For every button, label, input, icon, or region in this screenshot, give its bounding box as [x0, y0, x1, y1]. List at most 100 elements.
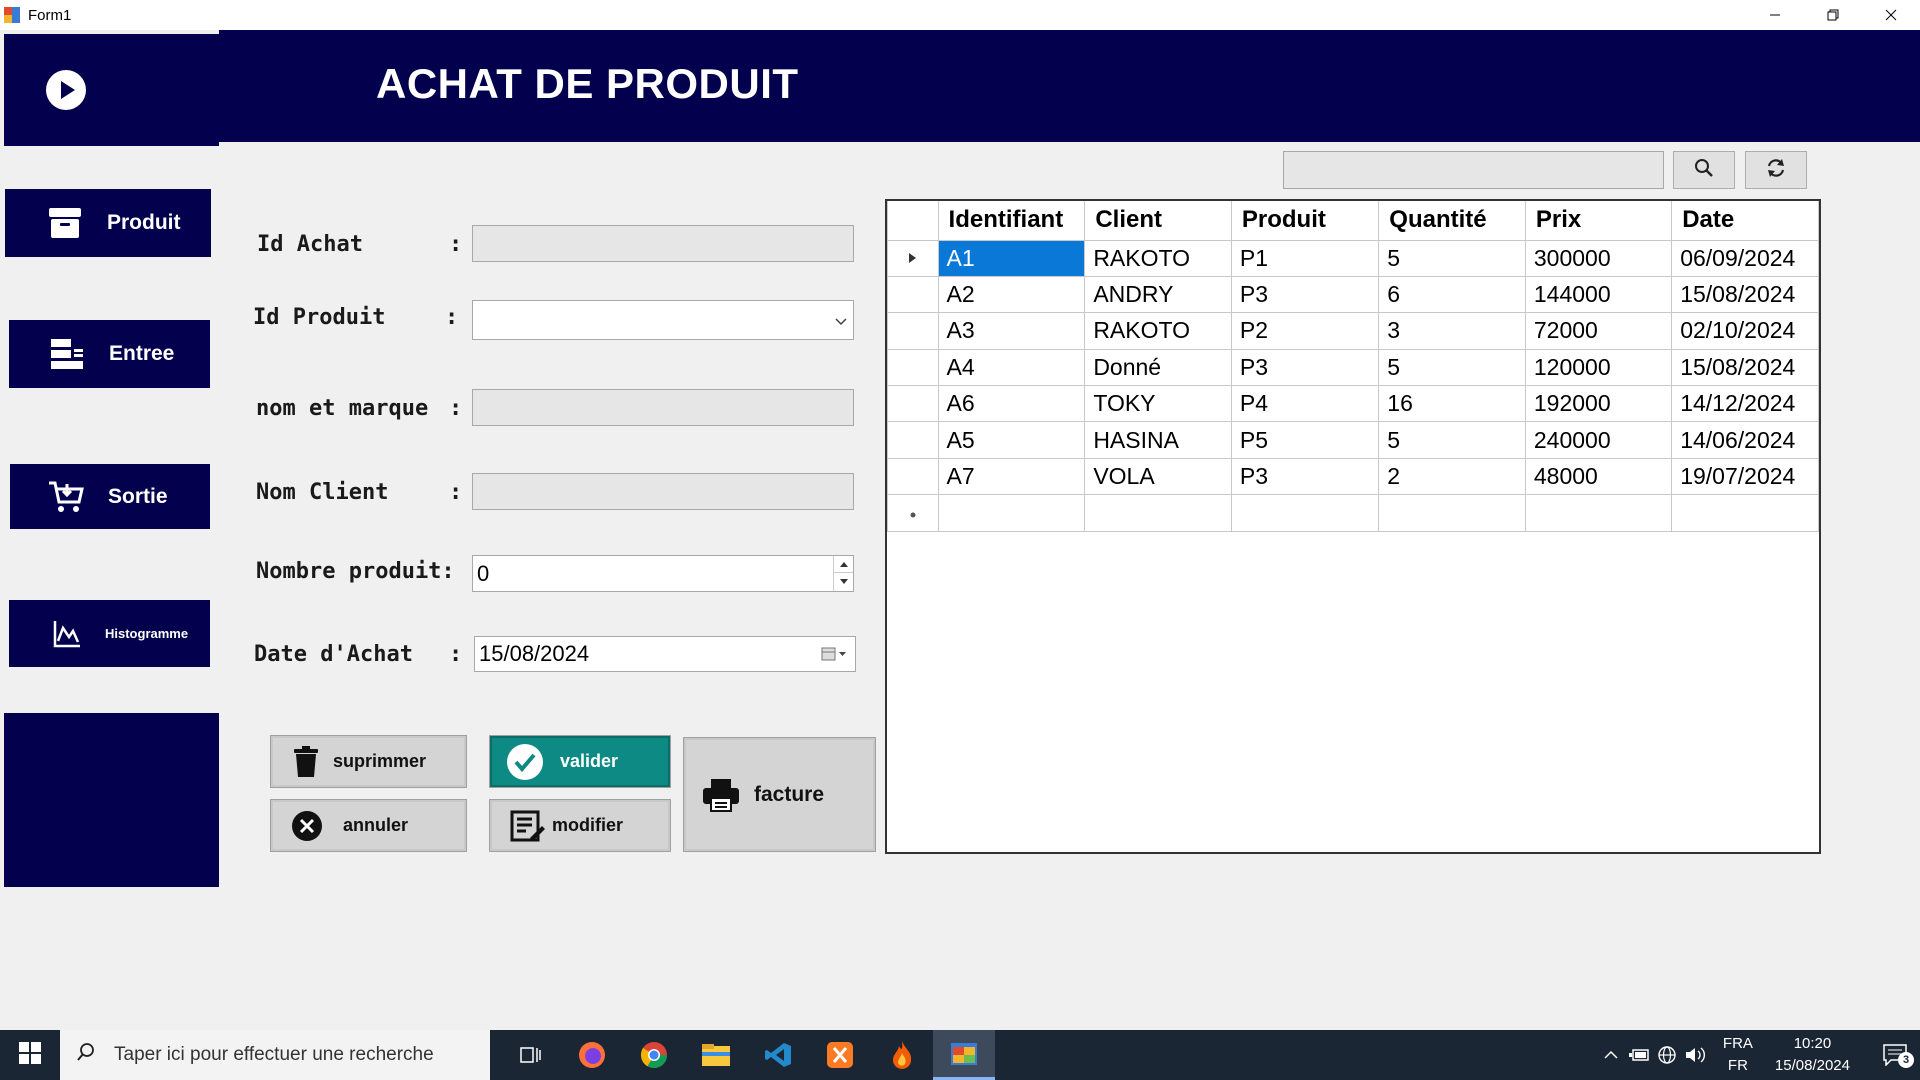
close-button[interactable]: [1862, 0, 1920, 30]
table-cell[interactable]: 2: [1378, 457, 1526, 496]
table-cell[interactable]: A6: [937, 385, 1086, 423]
table-cell[interactable]: 192000: [1524, 385, 1673, 423]
table-cell[interactable]: A3: [937, 312, 1086, 350]
volume-icon[interactable]: [1681, 1046, 1709, 1064]
table-row[interactable]: A7 VOLA P3 2 48000 19/07/2024: [887, 457, 1819, 496]
printer-icon: [702, 778, 740, 812]
table-cell[interactable]: P3: [1230, 275, 1380, 314]
taskbar-search-input[interactable]: Taper ici pour effectuer une recherche: [60, 1030, 490, 1080]
stepper-down-button[interactable]: [834, 573, 853, 590]
new-row[interactable]: [887, 494, 1819, 532]
firebase-flame-icon[interactable]: [871, 1030, 933, 1080]
table-cell[interactable]: RAKOTO: [1084, 239, 1232, 277]
table-cell[interactable]: P5: [1230, 421, 1380, 459]
windows-start-button[interactable]: [0, 1030, 60, 1080]
firefox-icon[interactable]: [561, 1030, 623, 1080]
table-cell[interactable]: 5: [1378, 421, 1526, 459]
chevron-up-icon[interactable]: [1597, 1050, 1625, 1060]
table-cell[interactable]: P4: [1230, 385, 1380, 423]
table-cell[interactable]: 144000: [1524, 275, 1673, 314]
calendar-icon[interactable]: [821, 646, 847, 662]
annuler-button[interactable]: annuler: [270, 799, 467, 852]
file-explorer-icon[interactable]: [685, 1030, 747, 1080]
table-cell[interactable]: P3: [1230, 348, 1380, 387]
chrome-icon[interactable]: [623, 1030, 685, 1080]
restore-button[interactable]: [1804, 0, 1862, 30]
table-row[interactable]: A3 RAKOTO P2 3 72000 02/10/2024: [887, 312, 1819, 350]
sidebar-item-histogramme[interactable]: Histogramme: [9, 600, 210, 667]
table-cell[interactable]: Donné: [1084, 348, 1232, 387]
column-header[interactable]: Date: [1671, 201, 1819, 241]
table-cell[interactable]: 14/06/2024: [1671, 421, 1819, 459]
column-header[interactable]: Client: [1084, 201, 1232, 241]
supprimer-button[interactable]: suprimmer: [270, 735, 467, 788]
facture-button[interactable]: facture: [683, 737, 876, 852]
table-cell[interactable]: VOLA: [1084, 457, 1232, 496]
table-cell[interactable]: RAKOTO: [1084, 312, 1232, 350]
modifier-button[interactable]: modifier: [489, 799, 671, 852]
table-cell[interactable]: 19/07/2024: [1671, 457, 1819, 496]
table-cell[interactable]: P2: [1230, 312, 1380, 350]
search-input[interactable]: [1283, 151, 1664, 189]
search-button[interactable]: [1673, 151, 1735, 189]
date-achat-picker[interactable]: 15/08/2024: [474, 636, 856, 672]
table-row[interactable]: A4 Donné P3 5 120000 15/08/2024: [887, 348, 1819, 387]
table-cell[interactable]: 02/10/2024: [1671, 312, 1819, 350]
table-row[interactable]: A6 TOKY P4 16 192000 14/12/2024: [887, 385, 1819, 423]
column-header[interactable]: Produit: [1230, 201, 1380, 241]
table-cell[interactable]: ANDRY: [1084, 275, 1232, 314]
sidebar-item-sortie[interactable]: Sortie: [10, 464, 210, 529]
table-cell[interactable]: 5: [1378, 348, 1526, 387]
table-cell[interactable]: 5: [1378, 239, 1526, 277]
table-cell[interactable]: P3: [1230, 457, 1380, 496]
table-cell[interactable]: 3: [1378, 312, 1526, 350]
table-cell[interactable]: TOKY: [1084, 385, 1232, 423]
column-header[interactable]: Prix: [1524, 201, 1673, 241]
battery-icon[interactable]: [1625, 1048, 1653, 1062]
table-row[interactable]: A2 ANDRY P3 6 144000 15/08/2024: [887, 275, 1819, 314]
table-row[interactable]: A5 HASINA P5 5 240000 14/06/2024: [887, 421, 1819, 459]
table-row[interactable]: A1 RAKOTO P1 5 300000 06/09/2024: [887, 239, 1819, 277]
nombre-produit-stepper[interactable]: 0: [472, 555, 854, 592]
id-achat-field[interactable]: [472, 225, 854, 262]
table-cell[interactable]: HASINA: [1084, 421, 1232, 459]
table-cell[interactable]: A1: [937, 239, 1086, 277]
sidebar-item-entree[interactable]: Entree: [9, 320, 210, 388]
network-globe-icon[interactable]: [1653, 1045, 1681, 1065]
table-cell[interactable]: 16: [1378, 385, 1526, 423]
input-language[interactable]: FRA FR: [1723, 1033, 1753, 1077]
column-header[interactable]: Identifiant: [937, 201, 1086, 241]
form1-app-icon[interactable]: [933, 1030, 995, 1080]
table-cell[interactable]: 72000: [1524, 312, 1673, 350]
table-cell[interactable]: 300000: [1524, 239, 1673, 277]
valider-button[interactable]: valider: [489, 735, 671, 788]
nom-marque-field[interactable]: [472, 389, 854, 426]
table-cell[interactable]: A2: [937, 275, 1086, 314]
play-icon[interactable]: [46, 70, 86, 110]
column-header[interactable]: Quantité: [1378, 201, 1526, 241]
table-cell[interactable]: 14/12/2024: [1671, 385, 1819, 423]
minimize-button[interactable]: [1746, 0, 1804, 30]
vscode-icon[interactable]: [747, 1030, 809, 1080]
xampp-icon[interactable]: [809, 1030, 871, 1080]
notifications-icon[interactable]: 3: [1870, 1044, 1920, 1068]
id-produit-select[interactable]: [472, 300, 854, 340]
task-view-icon[interactable]: [499, 1030, 561, 1080]
table-cell[interactable]: 15/08/2024: [1671, 275, 1819, 314]
nom-client-field[interactable]: [472, 473, 854, 510]
refresh-button[interactable]: [1745, 151, 1807, 189]
table-cell[interactable]: 120000: [1524, 348, 1673, 387]
table-cell[interactable]: P1: [1230, 239, 1380, 277]
table-cell[interactable]: 15/08/2024: [1671, 348, 1819, 387]
table-cell[interactable]: A7: [937, 457, 1086, 496]
table-cell[interactable]: 6: [1378, 275, 1526, 314]
achats-table[interactable]: Identifiant Client Produit Quantité Prix…: [885, 199, 1821, 854]
table-cell[interactable]: A4: [937, 348, 1086, 387]
clock[interactable]: 10:20 15/08/2024: [1775, 1033, 1850, 1077]
stepper-up-button[interactable]: [834, 556, 853, 573]
table-cell[interactable]: 06/09/2024: [1671, 239, 1819, 277]
table-cell[interactable]: A5: [937, 421, 1086, 459]
table-cell[interactable]: 240000: [1524, 421, 1673, 459]
table-cell[interactable]: 48000: [1524, 457, 1673, 496]
sidebar-item-produit[interactable]: Produit: [5, 189, 211, 257]
